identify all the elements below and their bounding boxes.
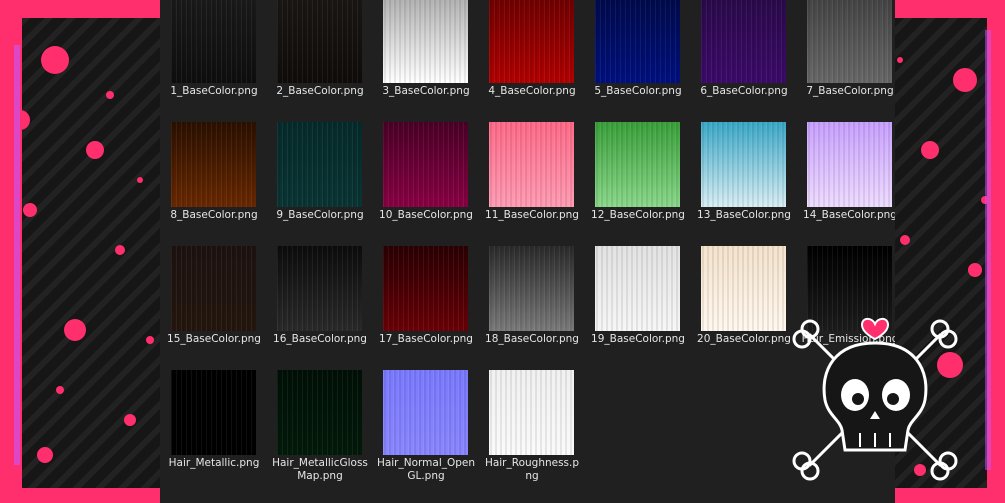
file-thumbnail[interactable]: 5_BaseColor.png [588, 0, 692, 110]
file-name: 7_BaseColor.png [806, 85, 894, 97]
file-name: 17_BaseColor.png [379, 333, 473, 345]
texture-preview [489, 0, 574, 83]
file-thumbnail[interactable]: Hair_MetallicGlossMap.png [270, 370, 374, 482]
file-name: 4_BaseColor.png [488, 85, 576, 97]
file-name: 14_BaseColor.png [803, 209, 895, 221]
texture-preview [701, 246, 786, 331]
file-thumbnail[interactable]: 4_BaseColor.png [482, 0, 586, 110]
texture-preview [383, 246, 468, 331]
texture-preview [171, 246, 256, 331]
file-name: 10_BaseColor.png [379, 209, 473, 221]
texture-preview [277, 0, 362, 83]
file-name: 5_BaseColor.png [594, 85, 682, 97]
texture-preview [171, 122, 256, 207]
texture-preview [595, 0, 680, 83]
file-thumbnail[interactable]: 10_BaseColor.png [376, 122, 480, 234]
file-name: 18_BaseColor.png [485, 333, 579, 345]
file-name: Hair_Normal_OpenGL.png [376, 457, 476, 482]
file-thumbnail[interactable]: 18_BaseColor.png [482, 246, 586, 358]
file-name: 6_BaseColor.png [700, 85, 788, 97]
file-name: 13_BaseColor.png [697, 209, 791, 221]
texture-preview [807, 0, 892, 83]
texture-preview [701, 122, 786, 207]
file-thumbnail[interactable]: 15_BaseColor.png [164, 246, 268, 358]
texture-preview [383, 370, 468, 455]
file-thumbnail[interactable]: 11_BaseColor.png [482, 122, 586, 234]
file-explorer-icon-view: 1_BaseColor.png 2_BaseColor.png 3_BaseCo… [160, 0, 895, 503]
file-thumbnail[interactable]: 9_BaseColor.png [270, 122, 374, 234]
file-thumbnail[interactable]: 20_BaseColor.png [694, 246, 798, 358]
texture-preview [595, 246, 680, 331]
file-name: 3_BaseColor.png [382, 85, 470, 97]
texture-preview [277, 246, 362, 331]
texture-preview [489, 370, 574, 455]
texture-preview [277, 122, 362, 207]
file-thumbnail[interactable]: 14_BaseColor.png [800, 122, 895, 234]
texture-preview [277, 370, 362, 455]
file-thumbnail[interactable]: 2_BaseColor.png [270, 0, 374, 110]
texture-preview [807, 122, 892, 207]
file-name: 15_BaseColor.png [167, 333, 261, 345]
file-name: 20_BaseColor.png [697, 333, 791, 345]
file-thumbnail[interactable]: 13_BaseColor.png [694, 122, 798, 234]
file-name: 2_BaseColor.png [276, 85, 364, 97]
file-thumbnail[interactable]: 7_BaseColor.png [800, 0, 895, 110]
file-thumbnail[interactable]: Hair_Normal_OpenGL.png [376, 370, 480, 482]
texture-preview [489, 246, 574, 331]
texture-preview [383, 122, 468, 207]
file-thumbnail[interactable]: 8_BaseColor.png [164, 122, 268, 234]
skull-crossbones-icon [792, 317, 958, 481]
file-thumbnail[interactable]: 17_BaseColor.png [376, 246, 480, 358]
file-thumbnail[interactable]: 12_BaseColor.png [588, 122, 692, 234]
file-name: 11_BaseColor.png [485, 209, 579, 221]
file-thumbnail[interactable]: 16_BaseColor.png [270, 246, 374, 358]
file-thumbnail[interactable]: 3_BaseColor.png [376, 0, 480, 110]
texture-preview [383, 0, 468, 83]
texture-preview [171, 0, 256, 83]
file-thumbnail[interactable]: 19_BaseColor.png [588, 246, 692, 358]
file-thumbnail[interactable]: 1_BaseColor.png [164, 0, 268, 110]
texture-preview [701, 0, 786, 83]
file-thumbnail[interactable]: 6_BaseColor.png [694, 0, 798, 110]
file-name: Hair_MetallicGlossMap.png [272, 457, 368, 482]
texture-preview [595, 122, 680, 207]
file-name: Hair_Roughness.png [484, 457, 580, 482]
file-name: 12_BaseColor.png [591, 209, 685, 221]
file-name: 19_BaseColor.png [591, 333, 685, 345]
file-name: Hair_Metallic.png [168, 457, 260, 469]
texture-preview [489, 122, 574, 207]
file-thumbnail[interactable]: Hair_Roughness.png [482, 370, 586, 482]
file-name: 1_BaseColor.png [170, 85, 258, 97]
texture-preview [171, 370, 256, 455]
file-thumbnail[interactable]: Hair_Metallic.png [164, 370, 268, 482]
file-name: 16_BaseColor.png [273, 333, 367, 345]
file-name: 9_BaseColor.png [276, 209, 364, 221]
file-name: 8_BaseColor.png [170, 209, 258, 221]
